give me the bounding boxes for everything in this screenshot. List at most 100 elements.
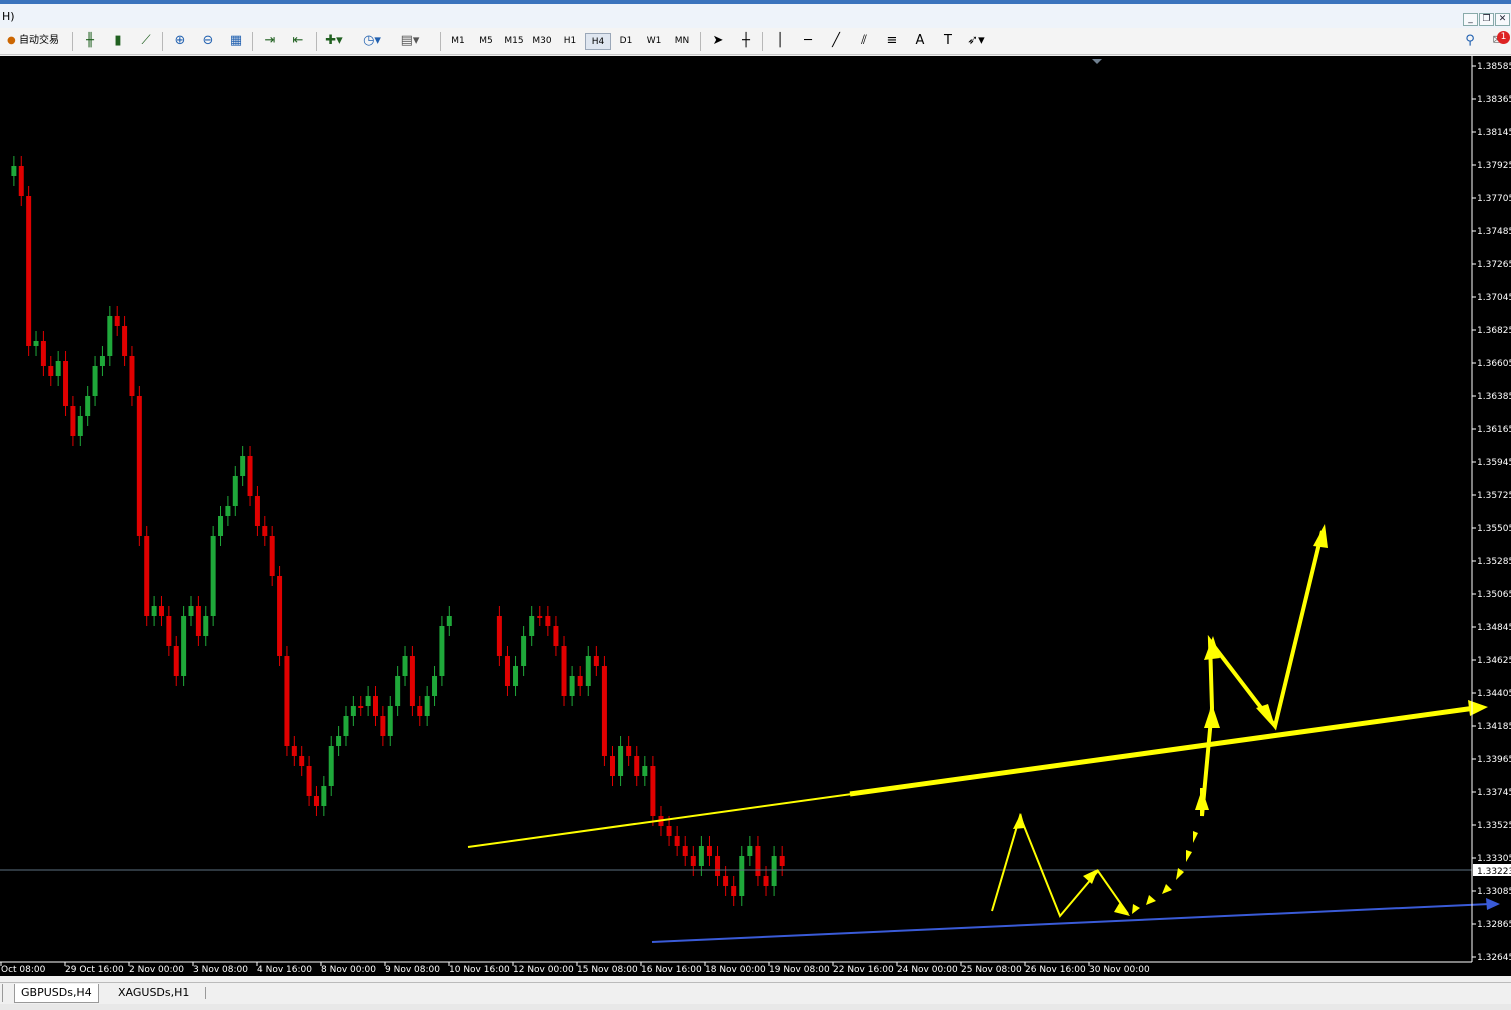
candle-body [601, 666, 607, 756]
time-axis-label: 18 Nov 00:00 [705, 965, 766, 975]
tile-windows-icon[interactable]: ▦ [226, 32, 246, 50]
candle-body [232, 476, 238, 506]
toolbar-separator [762, 32, 763, 51]
bar-chart-icon[interactable]: ╫ [80, 32, 100, 50]
candle-body [755, 846, 761, 876]
candlestick-series [11, 156, 785, 906]
close-button[interactable]: ✕ [1495, 13, 1510, 26]
price-chart[interactable]: 1.38585 1.38365 1.38145 1.37925 1.37705 1.374… [0, 56, 1511, 976]
candle-body [618, 746, 624, 776]
chart-shift-icon[interactable]: ⇤ [288, 32, 308, 50]
timeframe-m15[interactable]: M15 [501, 33, 527, 50]
timeframe-d1[interactable]: D1 [613, 33, 639, 50]
arrows-icon[interactable]: ➶▾ [966, 32, 986, 50]
time-axis-label: 16 Nov 16:00 [641, 965, 702, 975]
toolbar-separator [316, 32, 317, 51]
time-axis-label: 2 Nov 00:00 [129, 965, 184, 975]
candle-body [85, 396, 91, 416]
zoom-in-icon[interactable]: ⊕ [170, 32, 190, 50]
candle-body [336, 736, 342, 746]
price-axis-label: 1.35285 [1477, 557, 1511, 567]
line-chart-icon[interactable]: ⟋ [136, 32, 156, 50]
price-axis-label: 1.35945 [1477, 458, 1511, 468]
candle-body [417, 706, 423, 716]
minimize-button[interactable]: _ [1463, 13, 1478, 26]
candle-body [151, 606, 157, 616]
timeframe-m30[interactable]: M30 [529, 33, 555, 50]
scroll-marker[interactable] [1092, 59, 1102, 64]
candle-body [136, 396, 142, 536]
time-axis-label: 25 Nov 08:00 [961, 965, 1022, 975]
toolbar-separator [162, 32, 163, 51]
timeframe-w1[interactable]: W1 [641, 33, 667, 50]
autoscroll-icon[interactable]: ⇥ [260, 32, 280, 50]
candle-body [18, 166, 24, 196]
candle-body [723, 876, 729, 886]
indicators-icon[interactable]: ✚▾ [324, 32, 344, 50]
chart-tabs: GBPUSDs,H4 XAGUSDs,H1 [0, 982, 1511, 1004]
candle-body [569, 676, 575, 696]
candle-body [650, 766, 656, 816]
candle-body [26, 196, 32, 346]
vertical-line-icon[interactable]: │ [770, 32, 790, 50]
candle-body [545, 616, 551, 626]
candle-body [70, 406, 76, 436]
zoom-out-icon[interactable]: ⊖ [198, 32, 218, 50]
price-axis-label: 1.32865 [1477, 920, 1511, 930]
search-icon[interactable]: ⚲ [1460, 32, 1480, 50]
timeframe-m1[interactable]: M1 [445, 33, 471, 50]
candle-body [521, 636, 527, 666]
candle-body [626, 746, 632, 756]
candle-body [610, 756, 615, 776]
candle-body [188, 606, 194, 616]
text-tool-icon[interactable]: A [910, 32, 930, 50]
candle-body [181, 616, 187, 676]
tab-xagusds-h1[interactable]: XAGUSDs,H1 [112, 984, 195, 1002]
candle-body [350, 706, 356, 716]
candle-body [577, 676, 583, 686]
tab-gbpusds-h4[interactable]: GBPUSDs,H4 [14, 984, 99, 1003]
candle-body [173, 646, 179, 676]
crosshair-icon[interactable]: ┼ [736, 32, 756, 50]
zigzag-arrowhead-2 [1083, 869, 1098, 884]
timeframe-h4[interactable]: H4 [585, 33, 611, 50]
candle-body [144, 536, 150, 616]
price-axis-label: 1.37485 [1477, 227, 1511, 237]
toolbar-separator [72, 32, 73, 51]
time-axis-label: 8 Nov 00:00 [321, 965, 376, 975]
support-trendline[interactable] [651, 903, 1491, 943]
candle-body [642, 766, 648, 776]
candle-body [321, 786, 327, 806]
candle-body [269, 536, 275, 576]
candle-body [432, 676, 438, 696]
price-axis-label: 1.36605 [1477, 359, 1511, 369]
cursor-icon[interactable]: ➤ [708, 32, 728, 50]
horizontal-line-icon[interactable]: ─ [798, 32, 818, 50]
projection-zigzag [991, 812, 1129, 918]
restore-button[interactable]: ❐ [1479, 13, 1494, 26]
candle-body [682, 846, 688, 856]
timeframe-h1[interactable]: H1 [557, 33, 583, 50]
templates-icon[interactable]: ▤▾ [400, 32, 420, 50]
candle-body [409, 656, 415, 706]
time-axis-label: 4 Nov 16:00 [257, 965, 312, 975]
equidistant-channel-icon[interactable]: ⫽ [854, 32, 874, 50]
price-axis-label: 1.32645 [1477, 953, 1511, 963]
price-axis-label: 1.36825 [1477, 326, 1511, 336]
auto-trading-button[interactable]: ● 自动交易 [0, 31, 66, 51]
candle-body [593, 656, 599, 666]
trendline-icon[interactable]: ╱ [826, 32, 846, 50]
auto-trading-icon: ● [7, 35, 16, 46]
time-axis-label: 10 Nov 16:00 [449, 965, 510, 975]
candlestick-chart-icon[interactable]: ▮ [108, 32, 128, 50]
periods-icon[interactable]: ◷▾ [362, 32, 382, 50]
tab-spacer [0, 984, 3, 1002]
timeframe-m5[interactable]: M5 [473, 33, 499, 50]
timeframe-mn[interactable]: MN [669, 33, 695, 50]
text-label-icon[interactable]: T [938, 32, 958, 50]
fibonacci-icon[interactable]: ≡ [882, 32, 902, 50]
candle-body [504, 656, 510, 686]
candle-body [779, 856, 785, 866]
resistance-trendline-thick [849, 705, 1476, 797]
candle-body [48, 366, 54, 376]
